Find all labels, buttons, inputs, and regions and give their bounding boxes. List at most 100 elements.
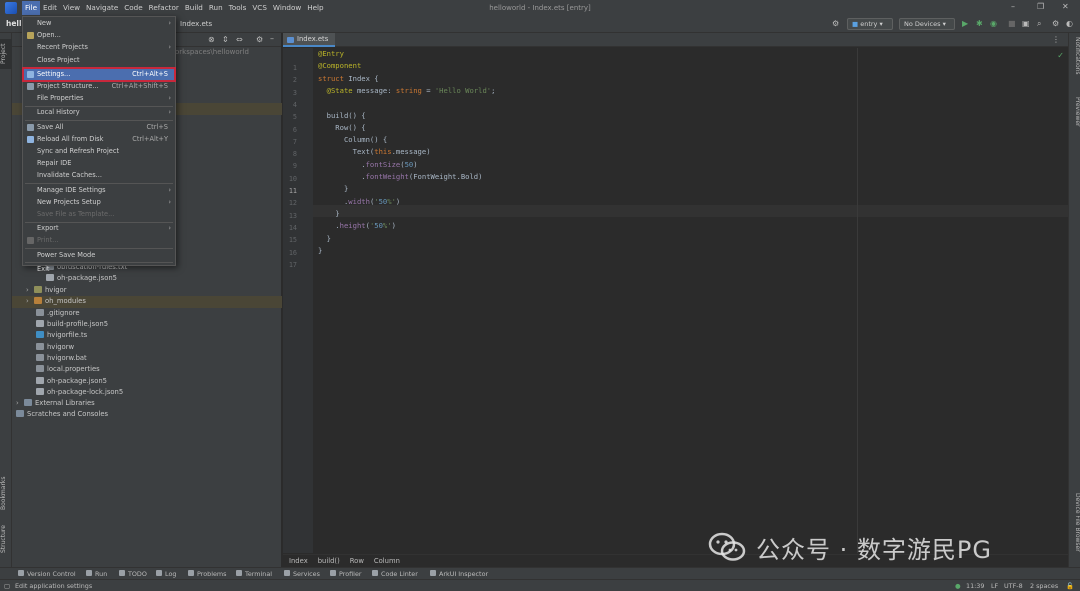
panel-options-icon[interactable]: ⚙: [256, 35, 263, 44]
file-menu-item-sync-and-refresh-project[interactable]: Sync and Refresh Project: [24, 146, 174, 157]
settings-gear-icon[interactable]: ⚙: [1052, 19, 1059, 29]
account-icon[interactable]: ◐: [1066, 19, 1073, 29]
project-name[interactable]: hell: [6, 19, 22, 28]
file-menu-item-file-properties[interactable]: File Properties ›: [24, 93, 174, 104]
file-menu-item-new[interactable]: New ›: [24, 18, 174, 29]
tree-item[interactable]: › External Libraries: [16, 398, 95, 409]
expand-arrow-icon[interactable]: ›: [26, 285, 34, 296]
locate-icon[interactable]: ⊗: [208, 35, 215, 44]
file-menu-item-save-all[interactable]: Save All Ctrl+S: [24, 122, 174, 133]
code-line[interactable]: struct Index {: [318, 74, 379, 83]
file-menu-item-project-structure[interactable]: Project Structure... Ctrl+Alt+Shift+S: [24, 81, 174, 92]
lock-icon[interactable]: 🔓: [1066, 580, 1074, 591]
breadcrumb-item[interactable]: build(): [318, 557, 340, 565]
code-line[interactable]: @State message: string = 'Hello World';: [318, 86, 496, 95]
debug-icon[interactable]: ✱: [976, 19, 983, 29]
code-line[interactable]: @Entry: [318, 49, 344, 58]
file-menu-item-power-save-mode[interactable]: Power Save Mode: [24, 250, 174, 261]
file-menu-item-reload-all-from-disk[interactable]: Reload All from Disk Ctrl+Alt+Y: [24, 134, 174, 145]
code-line[interactable]: }: [318, 209, 339, 218]
device-manager-icon[interactable]: ▣: [1022, 19, 1030, 29]
code-line[interactable]: .height('50%'): [318, 221, 396, 230]
tree-item[interactable]: .gitignore: [36, 308, 80, 319]
device-file-browser-button[interactable]: Device File Browser: [1070, 493, 1080, 563]
expand-arrow-icon[interactable]: ›: [16, 398, 24, 409]
code-line[interactable]: }: [318, 184, 348, 193]
tree-item[interactable]: oh-package-lock.json5: [36, 387, 123, 398]
line-ending[interactable]: LF: [991, 580, 998, 591]
encoding[interactable]: UTF-8: [1004, 580, 1023, 591]
tree-item[interactable]: › oh_modules: [26, 296, 86, 307]
menu-help[interactable]: Help: [304, 1, 326, 15]
minimize-icon[interactable]: –: [1011, 2, 1015, 11]
file-menu-item-invalidate-caches[interactable]: Invalidate Caches...: [24, 170, 174, 181]
hide-panel-icon[interactable]: –: [270, 34, 274, 43]
code-line[interactable]: Row() {: [318, 123, 365, 132]
tree-item[interactable]: hvigorw.bat: [36, 353, 87, 364]
hammer-icon[interactable]: ⚙: [832, 19, 839, 29]
tab-options-icon[interactable]: ⋮: [1052, 35, 1060, 44]
file-menu-item-exit[interactable]: Exit: [24, 264, 174, 275]
menu-run[interactable]: Run: [206, 1, 226, 15]
file-menu-item-settings[interactable]: Settings... Ctrl+Alt+S: [22, 66, 176, 82]
menu-refactor[interactable]: Refactor: [146, 1, 182, 15]
caret-position[interactable]: 11:39: [966, 580, 984, 591]
close-icon[interactable]: ✕: [1062, 2, 1069, 11]
device-combo[interactable]: No Devices ▾: [899, 18, 955, 30]
file-menu-item-open[interactable]: Open...: [24, 30, 174, 41]
tree-item[interactable]: build-profile.json5: [36, 319, 108, 330]
stop-icon[interactable]: ■: [1008, 19, 1016, 29]
breadcrumb-item[interactable]: Row: [350, 557, 364, 565]
profile-icon[interactable]: ◉: [990, 19, 997, 29]
tree-item[interactable]: hvigorfile.ts: [36, 330, 87, 341]
tab-index-ets[interactable]: Index.ets: [283, 33, 335, 47]
code-line[interactable]: .fontWeight(FontWeight.Bold): [318, 172, 482, 181]
file-menu-item-new-projects-setup[interactable]: New Projects Setup ›: [24, 197, 174, 208]
tree-item[interactable]: oh-package.json5: [36, 376, 107, 387]
collapse-all-icon[interactable]: ⇔: [236, 35, 243, 44]
file-menu-item-repair-ide[interactable]: Repair IDE: [24, 158, 174, 169]
previewer-tool-button[interactable]: Previewer: [1070, 97, 1080, 137]
menu-vcs[interactable]: VCS: [249, 1, 270, 15]
tree-item[interactable]: hvigorw: [36, 342, 74, 353]
file-menu-item-manage-ide-settings[interactable]: Manage IDE Settings ›: [24, 185, 174, 196]
search-icon[interactable]: ⌕: [1037, 19, 1041, 29]
breadcrumb-item[interactable]: Column: [374, 557, 400, 565]
project-tool-button[interactable]: Project: [0, 39, 12, 69]
menu-build[interactable]: Build: [182, 1, 206, 15]
indent[interactable]: 2 spaces: [1030, 580, 1058, 591]
code-line[interactable]: .fontSize(50): [318, 160, 417, 169]
file-menu-item-recent-projects[interactable]: Recent Projects ›: [24, 42, 174, 53]
restore-icon[interactable]: ❐: [1037, 2, 1044, 11]
menu-view[interactable]: View: [60, 1, 83, 15]
file-menu-item-local-history[interactable]: Local History ›: [24, 107, 174, 118]
expand-arrow-icon[interactable]: ›: [26, 296, 34, 307]
code-line[interactable]: build() {: [318, 111, 366, 120]
tree-item[interactable]: Scratches and Consoles: [16, 409, 108, 420]
code-line[interactable]: Text(this.message): [318, 147, 431, 156]
inspection-ok-icon[interactable]: ✓: [1057, 51, 1064, 60]
menu-tools[interactable]: Tools: [226, 1, 250, 15]
module-combo[interactable]: ■ entry ▾: [847, 18, 893, 30]
toolbar-current-file[interactable]: Index.ets: [180, 20, 212, 28]
notifications-tool-button[interactable]: Notifications: [1070, 37, 1080, 89]
expand-all-icon[interactable]: ⇕: [222, 35, 229, 44]
menu-file[interactable]: File: [22, 1, 41, 15]
tree-item[interactable]: › hvigor: [26, 285, 67, 296]
breadcrumb-item[interactable]: Index: [289, 557, 308, 565]
code-line[interactable]: }: [318, 234, 331, 243]
menu-navigate[interactable]: Navigate: [83, 1, 121, 15]
code-line[interactable]: .width('50%'): [318, 197, 400, 206]
code-line[interactable]: @Component: [318, 61, 361, 70]
code-line[interactable]: Column() {: [318, 135, 387, 144]
file-menu-item-close-project[interactable]: Close Project: [24, 55, 174, 66]
structure-tool-button[interactable]: Structure: [0, 521, 12, 557]
file-menu-item-export[interactable]: Export ›: [24, 223, 174, 234]
code-line[interactable]: }: [318, 246, 322, 255]
tree-item[interactable]: local.properties: [36, 364, 100, 375]
menu-edit[interactable]: Edit: [40, 1, 60, 15]
menu-code[interactable]: Code: [121, 1, 145, 15]
run-icon[interactable]: ▶: [962, 19, 968, 29]
menu-window[interactable]: Window: [270, 1, 304, 15]
bookmarks-tool-button[interactable]: Bookmarks: [0, 473, 12, 513]
